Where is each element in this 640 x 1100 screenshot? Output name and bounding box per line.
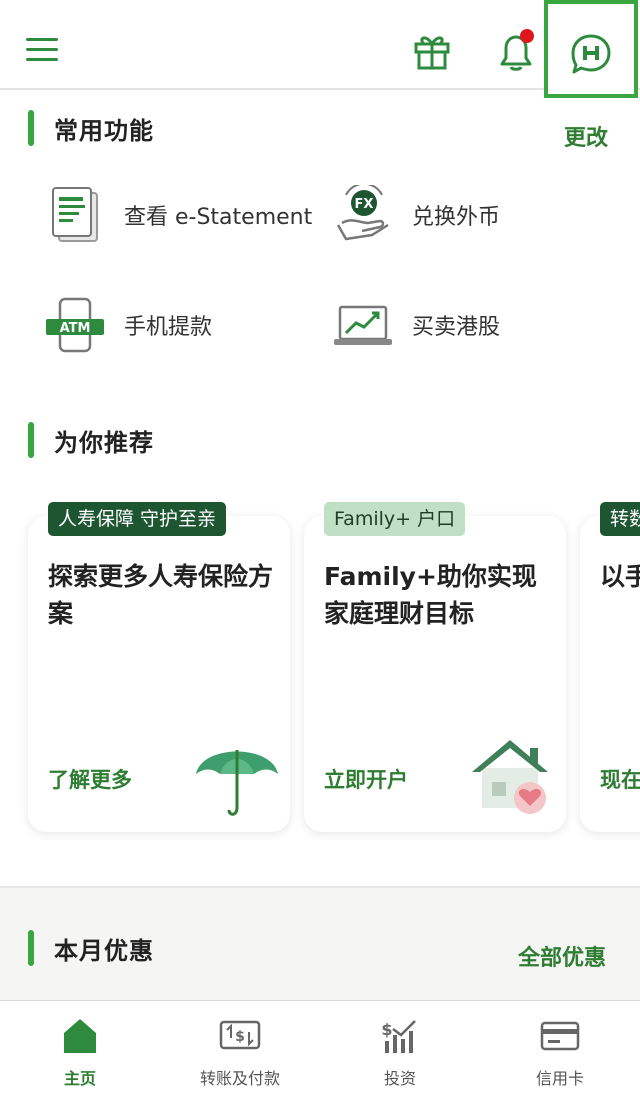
offers-title: 本月优惠 bbox=[54, 936, 154, 965]
svg-text:ATM: ATM bbox=[60, 321, 91, 336]
card-title: 探索更多人寿保险方案 bbox=[48, 562, 274, 628]
card-cta-link[interactable]: 了解更多 bbox=[48, 764, 132, 794]
card-cta-link[interactable]: 现在 bbox=[600, 764, 640, 794]
function-label: 手机提款 bbox=[124, 315, 213, 340]
nav-label: 信用卡 bbox=[535, 1069, 584, 1088]
home-icon bbox=[62, 1013, 98, 1059]
chat-bubble-icon bbox=[571, 34, 611, 74]
frequent-section-header: 常用功能 bbox=[28, 108, 154, 148]
statement-icon bbox=[40, 180, 110, 250]
bottom-navigation: 主页 $ 转账及付款 $ 投资 信用卡 bbox=[0, 1000, 640, 1100]
recommend-title: 为你推荐 bbox=[54, 428, 154, 457]
function-label: 买卖港股 bbox=[412, 315, 501, 340]
investment-icon: $ bbox=[379, 1013, 421, 1059]
nav-label: 主页 bbox=[63, 1069, 96, 1088]
umbrella-icon bbox=[192, 736, 282, 824]
function-label: 兑换外币 bbox=[412, 205, 501, 230]
function-fx-exchange[interactable]: FX 兑换外币 bbox=[328, 180, 500, 250]
chat-button[interactable] bbox=[544, 0, 638, 98]
nav-label: 转账及付款 bbox=[199, 1069, 280, 1088]
atm-mobile-icon: ATM bbox=[40, 290, 110, 360]
recommend-section-header: 为你推荐 bbox=[28, 420, 154, 460]
function-label: 查看 e-Statement bbox=[124, 205, 313, 230]
recommend-card-fps[interactable]: 转数 以手定"款钅 现在 bbox=[580, 502, 640, 832]
house-heart-icon bbox=[468, 732, 558, 824]
card-tag: 转数 bbox=[600, 502, 640, 536]
svg-text:$: $ bbox=[235, 1029, 245, 1045]
nav-credit-card[interactable]: 信用卡 bbox=[480, 1001, 640, 1100]
nav-investment[interactable]: $ 投资 bbox=[320, 1001, 480, 1100]
recommend-card-insurance[interactable]: 人寿保障 守护至亲 探索更多人寿保险方案 了解更多 bbox=[28, 502, 290, 832]
transfer-icon: $ bbox=[219, 1013, 261, 1059]
card-title: 以手定"款钅 bbox=[600, 562, 640, 591]
recommend-carousel[interactable]: 人寿保障 守护至亲 探索更多人寿保险方案 了解更多 Family+ 户口 Fam… bbox=[0, 500, 640, 840]
card-tag: 人寿保障 守护至亲 bbox=[48, 502, 227, 536]
function-atm-withdrawal[interactable]: ATM 手机提款 bbox=[40, 290, 212, 360]
function-e-statement[interactable]: 查看 e-Statement bbox=[40, 180, 312, 250]
svg-text:FX: FX bbox=[355, 197, 374, 212]
nav-home[interactable]: 主页 bbox=[0, 1001, 160, 1100]
notification-dot bbox=[520, 29, 534, 43]
card-cta-link[interactable]: 立即开户 bbox=[324, 764, 408, 794]
gift-icon[interactable] bbox=[412, 28, 452, 72]
recommend-card-family[interactable]: Family+ 户口 Family+助你实现家庭理财目标 立即开户 bbox=[304, 502, 566, 832]
all-offers-link[interactable]: 全部优惠 bbox=[518, 940, 606, 972]
card-title: Family+助你实现家庭理财目标 bbox=[324, 562, 537, 628]
hamburger-menu-icon[interactable] bbox=[26, 38, 58, 64]
frequent-title: 常用功能 bbox=[54, 116, 154, 145]
bell-icon[interactable] bbox=[494, 28, 534, 72]
nav-label: 投资 bbox=[383, 1069, 416, 1088]
offers-section-header: 本月优惠 bbox=[28, 928, 154, 968]
svg-text:$: $ bbox=[381, 1020, 392, 1039]
top-bar bbox=[0, 0, 640, 98]
edit-functions-link[interactable]: 更改 bbox=[564, 120, 608, 152]
fx-exchange-icon: FX bbox=[328, 180, 398, 250]
card-tag: Family+ 户口 bbox=[324, 502, 466, 536]
nav-transfer[interactable]: $ 转账及付款 bbox=[160, 1001, 320, 1100]
credit-card-icon bbox=[540, 1013, 580, 1059]
function-hk-stocks[interactable]: 买卖港股 bbox=[328, 290, 500, 360]
stock-chart-icon bbox=[328, 290, 398, 360]
